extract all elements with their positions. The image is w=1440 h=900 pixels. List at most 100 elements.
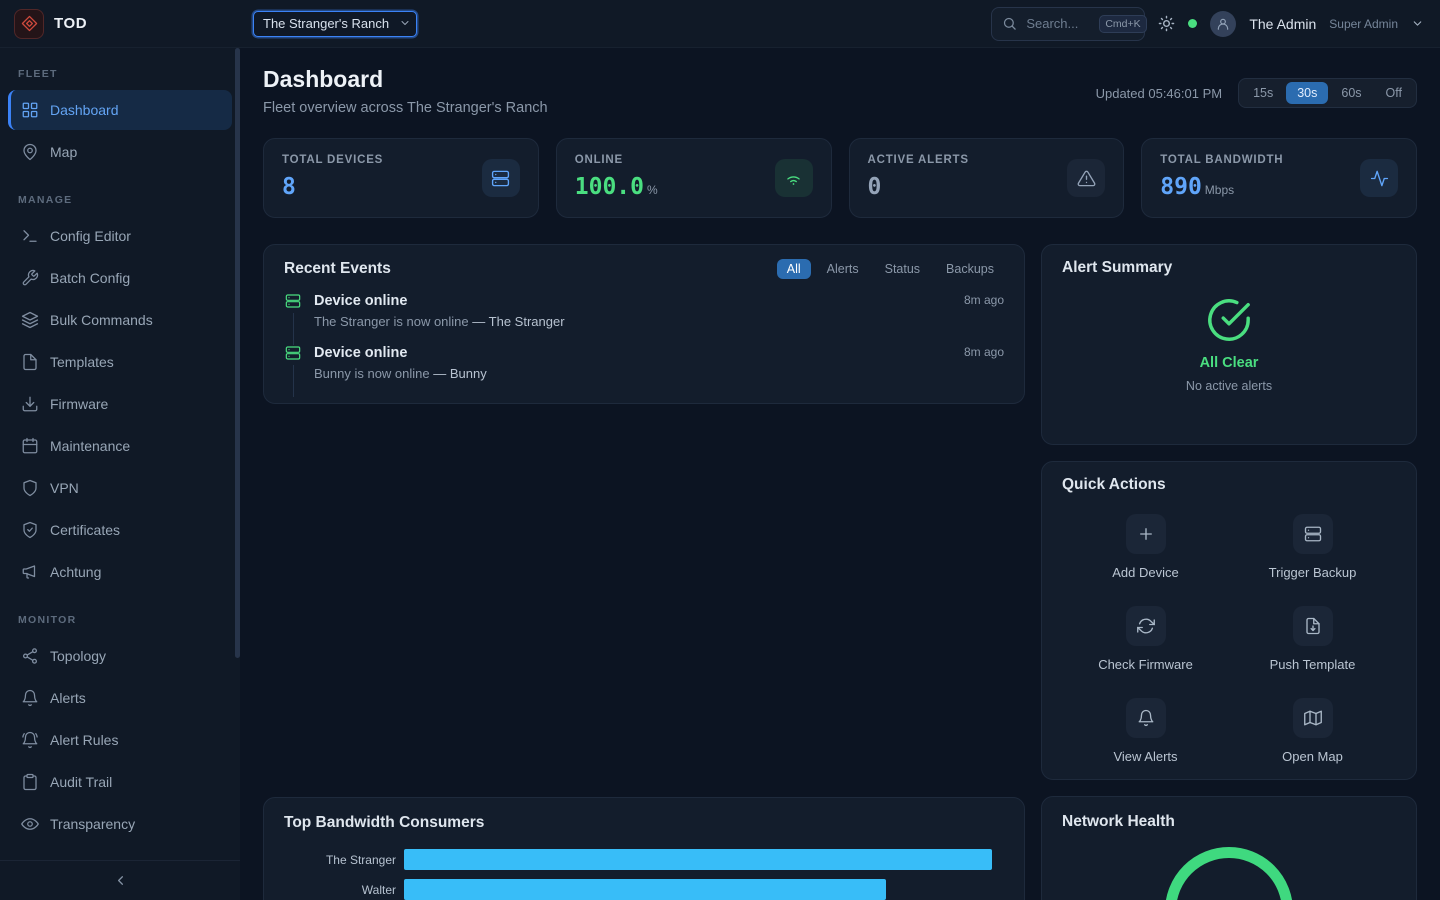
bandwidth-panel: Top Bandwidth Consumers The Stranger Wal… [263,797,1025,900]
sidebar-item-map[interactable]: Map [8,132,232,172]
user-menu-button[interactable] [1411,17,1424,30]
refresh-option-15s[interactable]: 15s [1242,82,1284,104]
quick-actions-grid: Add Device Trigger Backup Check Firmware [1062,514,1396,764]
sidebar-item-firmware[interactable]: Firmware [8,384,232,424]
updated-timestamp: Updated 05:46:01 PM [1096,86,1222,101]
sidebar-collapse-button[interactable] [0,860,240,900]
status-dot [1188,19,1197,28]
refresh-option-off[interactable]: Off [1375,82,1413,104]
event-row[interactable]: Device online 8m ago Bunny is now online… [284,345,1004,397]
bandwidth-device-label: The Stranger [284,853,396,867]
refresh-icon [1126,606,1166,646]
sidebar-item-transparency[interactable]: Transparency [8,804,232,844]
bell-icon [21,689,39,707]
stat-card-online: ONLINE 100.0% [556,138,832,218]
alert-summary-panel: Alert Summary All Clear No active alerts [1041,244,1417,445]
sidebar-item-vpn[interactable]: VPN [8,468,232,508]
sidebar-item-label: Dashboard [50,102,119,118]
quick-action-view-alerts[interactable]: View Alerts [1062,698,1229,764]
brand: TOD [0,9,240,39]
event-device: — Bunny [433,366,486,381]
sidebar-item-label: Certificates [50,522,120,538]
event-device: — The Stranger [472,314,564,329]
filter-backups[interactable]: Backups [936,259,1004,279]
server-icon [285,345,301,361]
alert-detail-text: No active alerts [1062,379,1396,393]
file-arrow-down-icon [1293,606,1333,646]
sidebar-item-config-editor[interactable]: Config Editor [8,216,232,256]
sidebar-item-batch-config[interactable]: Batch Config [8,258,232,298]
quick-action-label: Check Firmware [1098,657,1193,672]
sidebar-item-alert-rules[interactable]: Alert Rules [8,720,232,760]
bandwidth-bar [404,879,886,900]
brand-name: TOD [54,15,87,32]
bandwidth-bar [404,849,992,870]
sidebar-item-label: Audit Trail [50,774,112,790]
sidebar: FLEET Dashboard Map MANAGE Config Editor… [0,48,240,900]
search-shortcut-badge: Cmd+K [1099,15,1146,33]
avatar[interactable] [1210,11,1236,37]
event-filters: All Alerts Status Backups [777,259,1004,279]
stat-label: ONLINE [575,154,658,166]
refresh-option-30s[interactable]: 30s [1286,82,1328,104]
dashboard-grid-icon [21,101,39,119]
sidebar-item-templates[interactable]: Templates [8,342,232,382]
quick-action-add-device[interactable]: Add Device [1062,514,1229,580]
theme-toggle-button[interactable] [1158,15,1175,32]
filter-alerts[interactable]: Alerts [817,259,869,279]
event-row[interactable]: Device online 8m ago The Stranger is now… [284,293,1004,345]
sidebar-item-alerts[interactable]: Alerts [8,678,232,718]
sidebar-item-dashboard[interactable]: Dashboard [8,90,232,130]
sidebar-item-label: Achtung [50,564,101,580]
sidebar-item-topology[interactable]: Topology [8,636,232,676]
site-selector[interactable]: The Stranger's Ranch [253,11,417,37]
sidebar-item-label: Alerts [50,690,86,706]
quick-action-open-map[interactable]: Open Map [1229,698,1396,764]
megaphone-icon [21,563,39,581]
sidebar-item-label: Config Editor [50,228,131,244]
stat-cards-row: TOTAL DEVICES 8 ONLINE 100.0% ACTIVE A [263,138,1417,218]
chevron-down-icon [1411,17,1424,30]
refresh-option-60s[interactable]: 60s [1330,82,1372,104]
filter-status[interactable]: Status [875,259,930,279]
sidebar-item-certificates[interactable]: Certificates [8,510,232,550]
quick-action-label: Add Device [1112,565,1178,580]
terminal-icon [21,227,39,245]
event-time: 8m ago [964,293,1004,309]
alert-summary-title: Alert Summary [1062,259,1172,277]
quick-actions-panel: Quick Actions Add Device Trigger Backup [1041,461,1417,780]
map-icon [1293,698,1333,738]
topbar: TOD The Stranger's Ranch Cmd+K [0,0,1440,48]
sidebar-item-maintenance[interactable]: Maintenance [8,426,232,466]
stat-value: 0 [868,174,969,200]
search-input[interactable] [1024,15,1092,32]
sidebar-item-label: Bulk Commands [50,312,153,328]
quick-action-push-template[interactable]: Push Template [1229,606,1396,672]
sidebar-item-label: VPN [50,480,79,496]
event-time: 8m ago [964,345,1004,361]
map-pin-icon [21,143,39,161]
sidebar-item-audit-trail[interactable]: Audit Trail [8,762,232,802]
timeline-line [293,365,294,397]
stat-value: 100.0% [575,174,658,200]
eye-icon [21,815,39,833]
wrench-icon [21,269,39,287]
stat-label: ACTIVE ALERTS [868,154,969,166]
quick-action-trigger-backup[interactable]: Trigger Backup [1229,514,1396,580]
server-icon [482,159,520,197]
search-box[interactable]: Cmd+K [991,7,1145,41]
shield-icon [21,479,39,497]
recent-events-title: Recent Events [284,260,391,278]
sidebar-item-bulk-commands[interactable]: Bulk Commands [8,300,232,340]
alert-triangle-icon [1067,159,1105,197]
sidebar-item-label: Maintenance [50,438,130,454]
stat-card-total-devices: TOTAL DEVICES 8 [263,138,539,218]
filter-all[interactable]: All [777,259,811,279]
page-title: Dashboard [263,66,548,93]
quick-action-check-firmware[interactable]: Check Firmware [1062,606,1229,672]
bandwidth-device-label: Walter [284,883,396,897]
chevron-left-icon [113,873,128,888]
alert-status-text: All Clear [1062,355,1396,371]
sidebar-item-achtung[interactable]: Achtung [8,552,232,592]
stat-value: 8 [282,174,383,200]
